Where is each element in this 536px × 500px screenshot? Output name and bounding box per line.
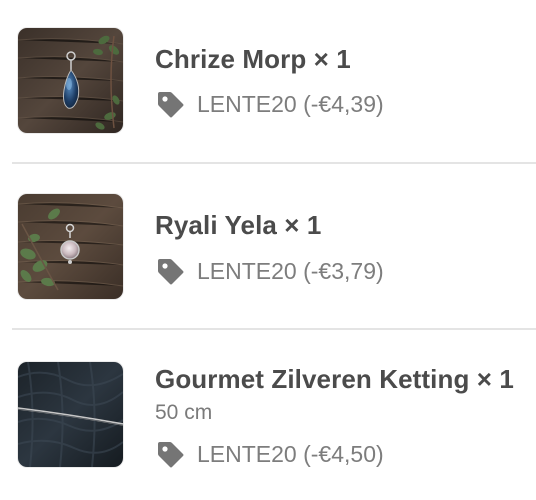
product-thumbnail <box>18 28 123 133</box>
line-item: Chrize Morp × 1 LENTE20 (-€4,39) <box>0 0 536 160</box>
product-thumbnail <box>18 362 123 467</box>
discount-tag-icon <box>155 439 186 470</box>
product-thumbnail <box>18 194 123 299</box>
product-title: Gourmet Zilveren Ketting × 1 <box>155 364 514 394</box>
line-item: Ryali Yela × 1 LENTE20 (-€3,79) <box>0 165 536 327</box>
discount-code-text: LENTE20 (-€4,50) <box>197 440 384 467</box>
line-item: Gourmet Zilveren Ketting × 1 50 cm LENTE… <box>0 331 536 500</box>
silver-crystal-pendant-image <box>18 194 123 299</box>
product-title: Ryali Yela × 1 <box>155 210 322 240</box>
product-variant: 50 cm <box>155 401 213 424</box>
discount-tag-icon <box>155 256 186 287</box>
discount-row: LENTE20 (-€4,39) <box>155 88 384 120</box>
discount-tag-icon <box>155 89 186 120</box>
discount-row: LENTE20 (-€4,50) <box>155 438 384 470</box>
discount-code-text: LENTE20 (-€4,39) <box>197 90 384 117</box>
discount-code-text: LENTE20 (-€3,79) <box>197 257 384 284</box>
discount-row: LENTE20 (-€3,79) <box>155 255 384 287</box>
divider <box>12 162 536 164</box>
product-title: Chrize Morp × 1 <box>155 44 351 74</box>
silver-chain-necklace-image <box>18 362 123 467</box>
blue-gemstone-pendant-image <box>18 28 123 133</box>
divider <box>12 328 536 330</box>
